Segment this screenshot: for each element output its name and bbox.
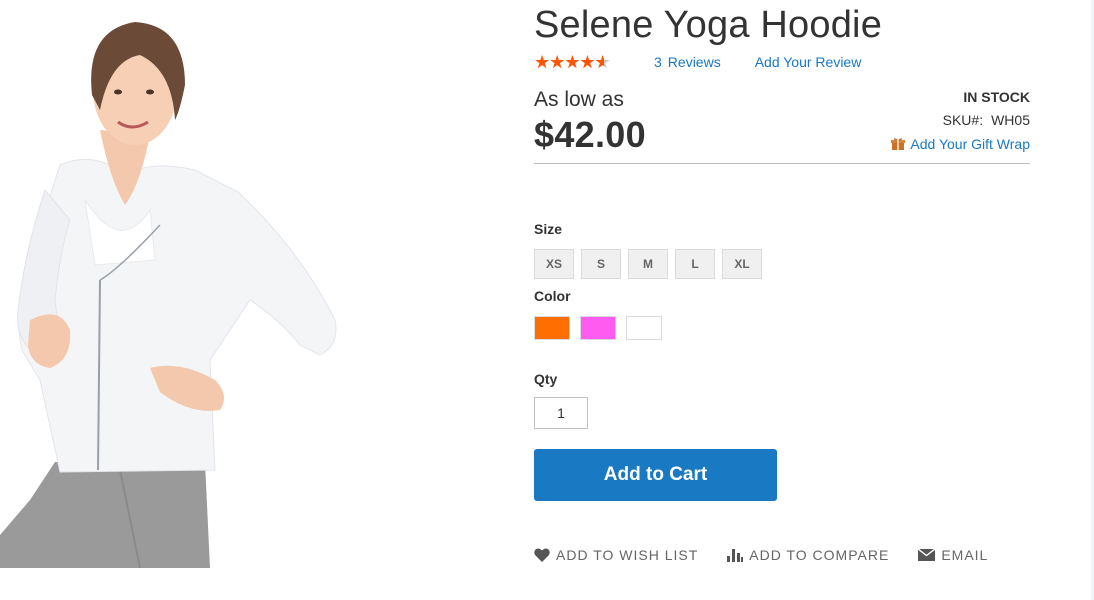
color-swatch-orange[interactable] bbox=[534, 316, 570, 340]
product-title: Selene Yoga Hoodie bbox=[534, 4, 883, 46]
stock-box: IN STOCK SKU#: WH05 Add Your Gift Wrap bbox=[891, 82, 1030, 163]
qty-label: Qty bbox=[534, 371, 558, 387]
price-amount: $42.00 bbox=[534, 114, 646, 155]
add-to-wishlist-link[interactable]: ADD TO WISH LIST bbox=[534, 547, 698, 563]
size-swatches: XS S M L XL bbox=[534, 249, 1030, 279]
reviews-summary: ★★★★★ ★★★★★ 3 Reviews Add Your Review bbox=[534, 50, 1030, 74]
wishlist-label: ADD TO WISH LIST bbox=[556, 547, 699, 563]
price-box: As low as $42.00 bbox=[534, 82, 646, 163]
product-info: Selene Yoga Hoodie ★★★★★ ★★★★★ 3 Reviews … bbox=[534, 0, 1030, 563]
bar-chart-icon bbox=[727, 549, 744, 562]
add-gift-wrap-link[interactable]: Add Your Gift Wrap bbox=[910, 135, 1030, 153]
sku-label: SKU#: bbox=[942, 112, 984, 128]
sku: SKU#: WH05 bbox=[891, 111, 1030, 129]
color-swatches bbox=[534, 316, 1030, 340]
heart-icon bbox=[534, 548, 550, 562]
add-review-link[interactable]: Add Your Review bbox=[755, 54, 862, 70]
size-label: Size bbox=[534, 221, 563, 237]
add-to-cart-button[interactable]: Add to Cart bbox=[534, 449, 777, 501]
compare-label: ADD TO COMPARE bbox=[749, 547, 890, 563]
reviews-count: 3 bbox=[654, 54, 662, 70]
product-actions: ADD TO WISH LIST ADD TO COMPARE EMAIL bbox=[534, 547, 1030, 563]
envelope-icon bbox=[918, 549, 936, 561]
product-image[interactable] bbox=[0, 0, 520, 568]
stock-status: IN STOCK bbox=[963, 89, 1030, 105]
star-filled-icon: ★★★★★ bbox=[534, 53, 605, 71]
gift-wrap: Add Your Gift Wrap bbox=[891, 135, 1030, 153]
add-to-compare-link[interactable]: ADD TO COMPARE bbox=[727, 547, 889, 563]
product-photo bbox=[0, 22, 337, 568]
qty-input[interactable] bbox=[534, 397, 588, 429]
color-swatch-white[interactable] bbox=[626, 316, 662, 340]
size-swatch-m[interactable]: M bbox=[628, 249, 668, 279]
email-link[interactable]: EMAIL bbox=[918, 547, 988, 563]
size-swatch-xs[interactable]: XS bbox=[534, 249, 574, 279]
size-swatch-xl[interactable]: XL bbox=[722, 249, 762, 279]
size-swatch-l[interactable]: L bbox=[675, 249, 715, 279]
price-stock-row: As low as $42.00 IN STOCK SKU#: WH05 Add … bbox=[534, 82, 1030, 164]
color-label: Color bbox=[534, 288, 571, 304]
gift-icon bbox=[891, 138, 906, 150]
price-prefix: As low as bbox=[534, 88, 624, 111]
color-swatch-purple[interactable] bbox=[580, 316, 616, 340]
reviews-label: Reviews bbox=[667, 54, 721, 70]
rating-stars: ★★★★★ ★★★★★ bbox=[534, 53, 622, 71]
reviews-link[interactable]: 3 Reviews bbox=[654, 54, 721, 70]
sku-value: WH05 bbox=[991, 112, 1030, 128]
size-swatch-s[interactable]: S bbox=[581, 249, 621, 279]
email-label: EMAIL bbox=[941, 547, 989, 563]
